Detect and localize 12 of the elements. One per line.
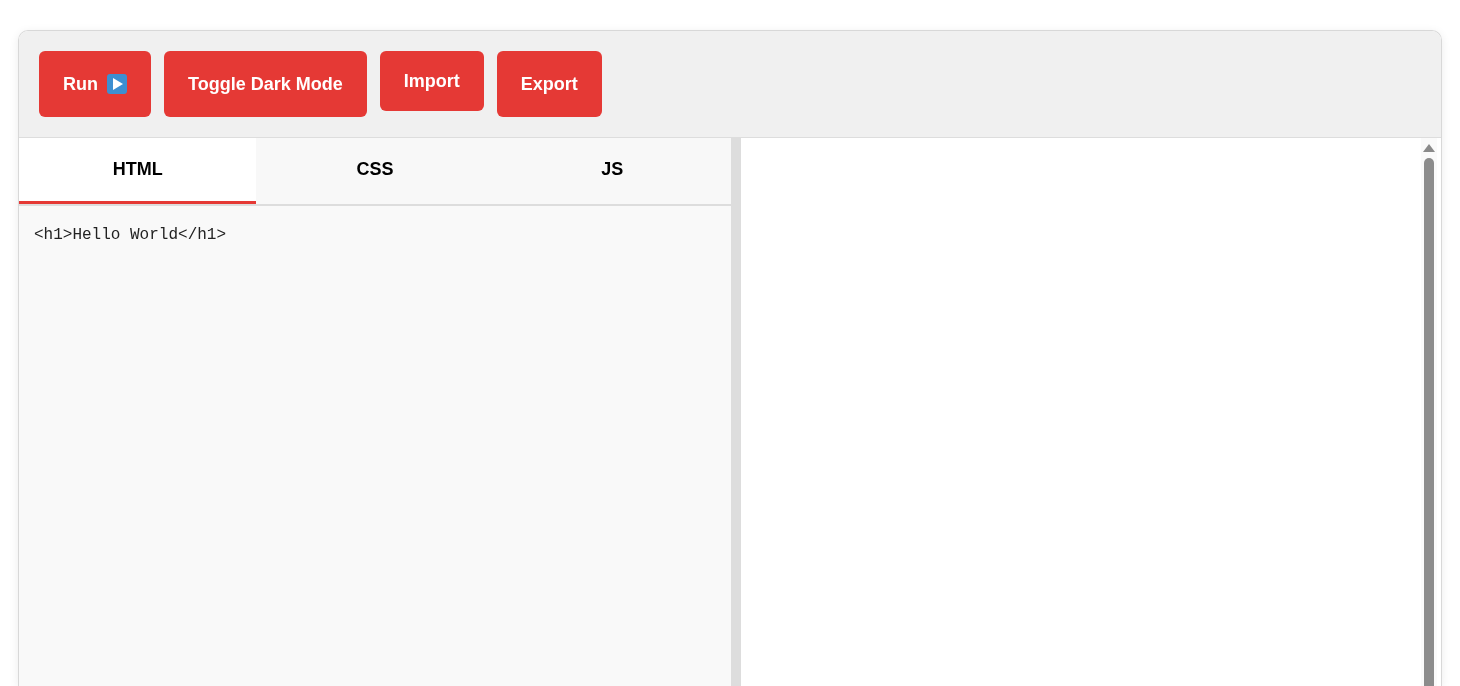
toolbar-button[interactable]: Toggle Dark Mode — [164, 51, 367, 117]
import-button[interactable]: Import — [379, 51, 484, 111]
scroll-up-icon[interactable] — [1423, 144, 1435, 152]
editor-tab[interactable]: HTML — [19, 138, 257, 204]
scrollbar[interactable] — [1421, 138, 1437, 686]
editor-tab[interactable]: CSS — [256, 138, 494, 204]
scrollbar-thumb[interactable] — [1424, 158, 1434, 686]
editor-tab[interactable]: JS — [493, 138, 731, 204]
code-editor[interactable]: <h1>Hello World</h1> — [19, 206, 731, 686]
toolbar-button[interactable]: Export — [496, 51, 602, 117]
play-icon — [107, 74, 127, 94]
run-button[interactable]: Run — [39, 51, 151, 117]
